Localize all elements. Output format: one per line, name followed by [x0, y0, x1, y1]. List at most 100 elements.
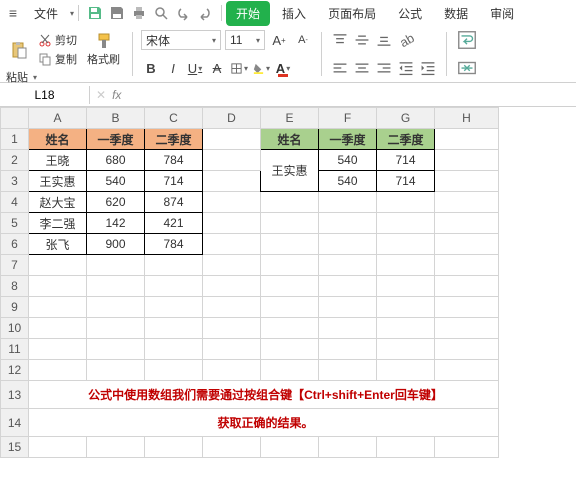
- row-header[interactable]: 5: [1, 213, 29, 234]
- cell[interactable]: [377, 318, 435, 339]
- tab-data[interactable]: 数据: [434, 1, 478, 26]
- print-icon[interactable]: [131, 5, 147, 21]
- col-header[interactable]: E: [261, 108, 319, 129]
- row-header[interactable]: 7: [1, 255, 29, 276]
- strikethrough-button[interactable]: A: [207, 58, 227, 78]
- cell[interactable]: [377, 213, 435, 234]
- cell[interactable]: [435, 297, 499, 318]
- cell[interactable]: 一季度: [87, 129, 145, 150]
- cell[interactable]: [29, 318, 87, 339]
- cell[interactable]: [87, 255, 145, 276]
- cell[interactable]: [261, 437, 319, 458]
- cell[interactable]: [203, 129, 261, 150]
- tab-formula[interactable]: 公式: [388, 1, 432, 26]
- col-header[interactable]: A: [29, 108, 87, 129]
- col-header[interactable]: B: [87, 108, 145, 129]
- cell[interactable]: 714: [377, 171, 435, 192]
- cell[interactable]: 李二强: [29, 213, 87, 234]
- cell[interactable]: [261, 297, 319, 318]
- increase-font-icon[interactable]: A+: [269, 30, 289, 50]
- cell[interactable]: [261, 318, 319, 339]
- row-header[interactable]: 6: [1, 234, 29, 255]
- cut-button[interactable]: 剪切: [36, 31, 79, 49]
- cell[interactable]: [261, 234, 319, 255]
- save-icon[interactable]: [87, 5, 103, 21]
- cell[interactable]: [377, 360, 435, 381]
- cell[interactable]: 540: [319, 150, 377, 171]
- cell[interactable]: [435, 129, 499, 150]
- cell[interactable]: [203, 360, 261, 381]
- indent-increase-icon[interactable]: [418, 58, 438, 78]
- tab-file[interactable]: 文件: [24, 1, 68, 26]
- tab-review[interactable]: 审阅: [480, 1, 524, 26]
- cell[interactable]: [29, 339, 87, 360]
- cell[interactable]: [377, 255, 435, 276]
- cell[interactable]: [203, 437, 261, 458]
- cell[interactable]: [319, 192, 377, 213]
- copy-button[interactable]: 复制: [36, 50, 79, 68]
- col-header[interactable]: C: [145, 108, 203, 129]
- cell[interactable]: [29, 360, 87, 381]
- cell[interactable]: [435, 234, 499, 255]
- cell[interactable]: [377, 339, 435, 360]
- cell[interactable]: [203, 339, 261, 360]
- row-header[interactable]: 14: [1, 409, 29, 437]
- align-right-icon[interactable]: [374, 58, 394, 78]
- bold-button[interactable]: B: [141, 58, 161, 78]
- cell[interactable]: [203, 255, 261, 276]
- cell[interactable]: [319, 255, 377, 276]
- redo-icon[interactable]: [197, 5, 213, 21]
- cell[interactable]: 一季度: [319, 129, 377, 150]
- cell[interactable]: 姓名: [261, 129, 319, 150]
- cell[interactable]: [435, 360, 499, 381]
- cell[interactable]: 王晓: [29, 150, 87, 171]
- orientation-icon[interactable]: ab: [396, 30, 416, 50]
- decrease-font-icon[interactable]: A-: [293, 30, 313, 50]
- merge-cells-icon[interactable]: [455, 58, 479, 78]
- row-header[interactable]: 11: [1, 339, 29, 360]
- cell-merged[interactable]: 王实惠: [261, 150, 319, 192]
- font-color-button[interactable]: A▾: [273, 58, 293, 78]
- cell[interactable]: 680: [87, 150, 145, 171]
- cell[interactable]: [29, 297, 87, 318]
- cell[interactable]: 714: [145, 171, 203, 192]
- cell[interactable]: 二季度: [377, 129, 435, 150]
- cell[interactable]: 姓名: [29, 129, 87, 150]
- align-middle-icon[interactable]: [352, 30, 372, 50]
- cell[interactable]: 王实惠: [29, 171, 87, 192]
- cell[interactable]: [145, 297, 203, 318]
- cancel-icon[interactable]: ✕: [96, 88, 106, 102]
- cell[interactable]: [87, 360, 145, 381]
- cell[interactable]: [377, 297, 435, 318]
- format-painter-button[interactable]: 格式刷: [83, 30, 124, 69]
- cell[interactable]: [435, 213, 499, 234]
- row-header[interactable]: 8: [1, 276, 29, 297]
- cell[interactable]: [319, 318, 377, 339]
- select-all-corner[interactable]: [1, 108, 29, 129]
- cell[interactable]: [319, 234, 377, 255]
- cell[interactable]: [145, 276, 203, 297]
- row-header[interactable]: 3: [1, 171, 29, 192]
- row-header[interactable]: 1: [1, 129, 29, 150]
- font-name-select[interactable]: 宋体▾: [141, 30, 221, 50]
- cell[interactable]: [377, 234, 435, 255]
- cell[interactable]: [203, 192, 261, 213]
- align-center-icon[interactable]: [352, 58, 372, 78]
- cell[interactable]: 421: [145, 213, 203, 234]
- spreadsheet-grid[interactable]: A B C D E F G H 1 姓名 一季度 二季度 姓名 一季度 二季度 …: [0, 107, 576, 458]
- note-text[interactable]: 获取正确的结果。: [29, 409, 499, 437]
- undo-icon[interactable]: [175, 5, 191, 21]
- align-left-icon[interactable]: [330, 58, 350, 78]
- cell[interactable]: [319, 213, 377, 234]
- cell[interactable]: [435, 339, 499, 360]
- cell[interactable]: [435, 276, 499, 297]
- cell[interactable]: [435, 150, 499, 171]
- paste-button[interactable]: [6, 39, 32, 61]
- align-bottom-icon[interactable]: [374, 30, 394, 50]
- cell[interactable]: [203, 150, 261, 171]
- col-header[interactable]: D: [203, 108, 261, 129]
- cell[interactable]: [377, 276, 435, 297]
- cell[interactable]: 874: [145, 192, 203, 213]
- cell[interactable]: 620: [87, 192, 145, 213]
- cell[interactable]: 784: [145, 234, 203, 255]
